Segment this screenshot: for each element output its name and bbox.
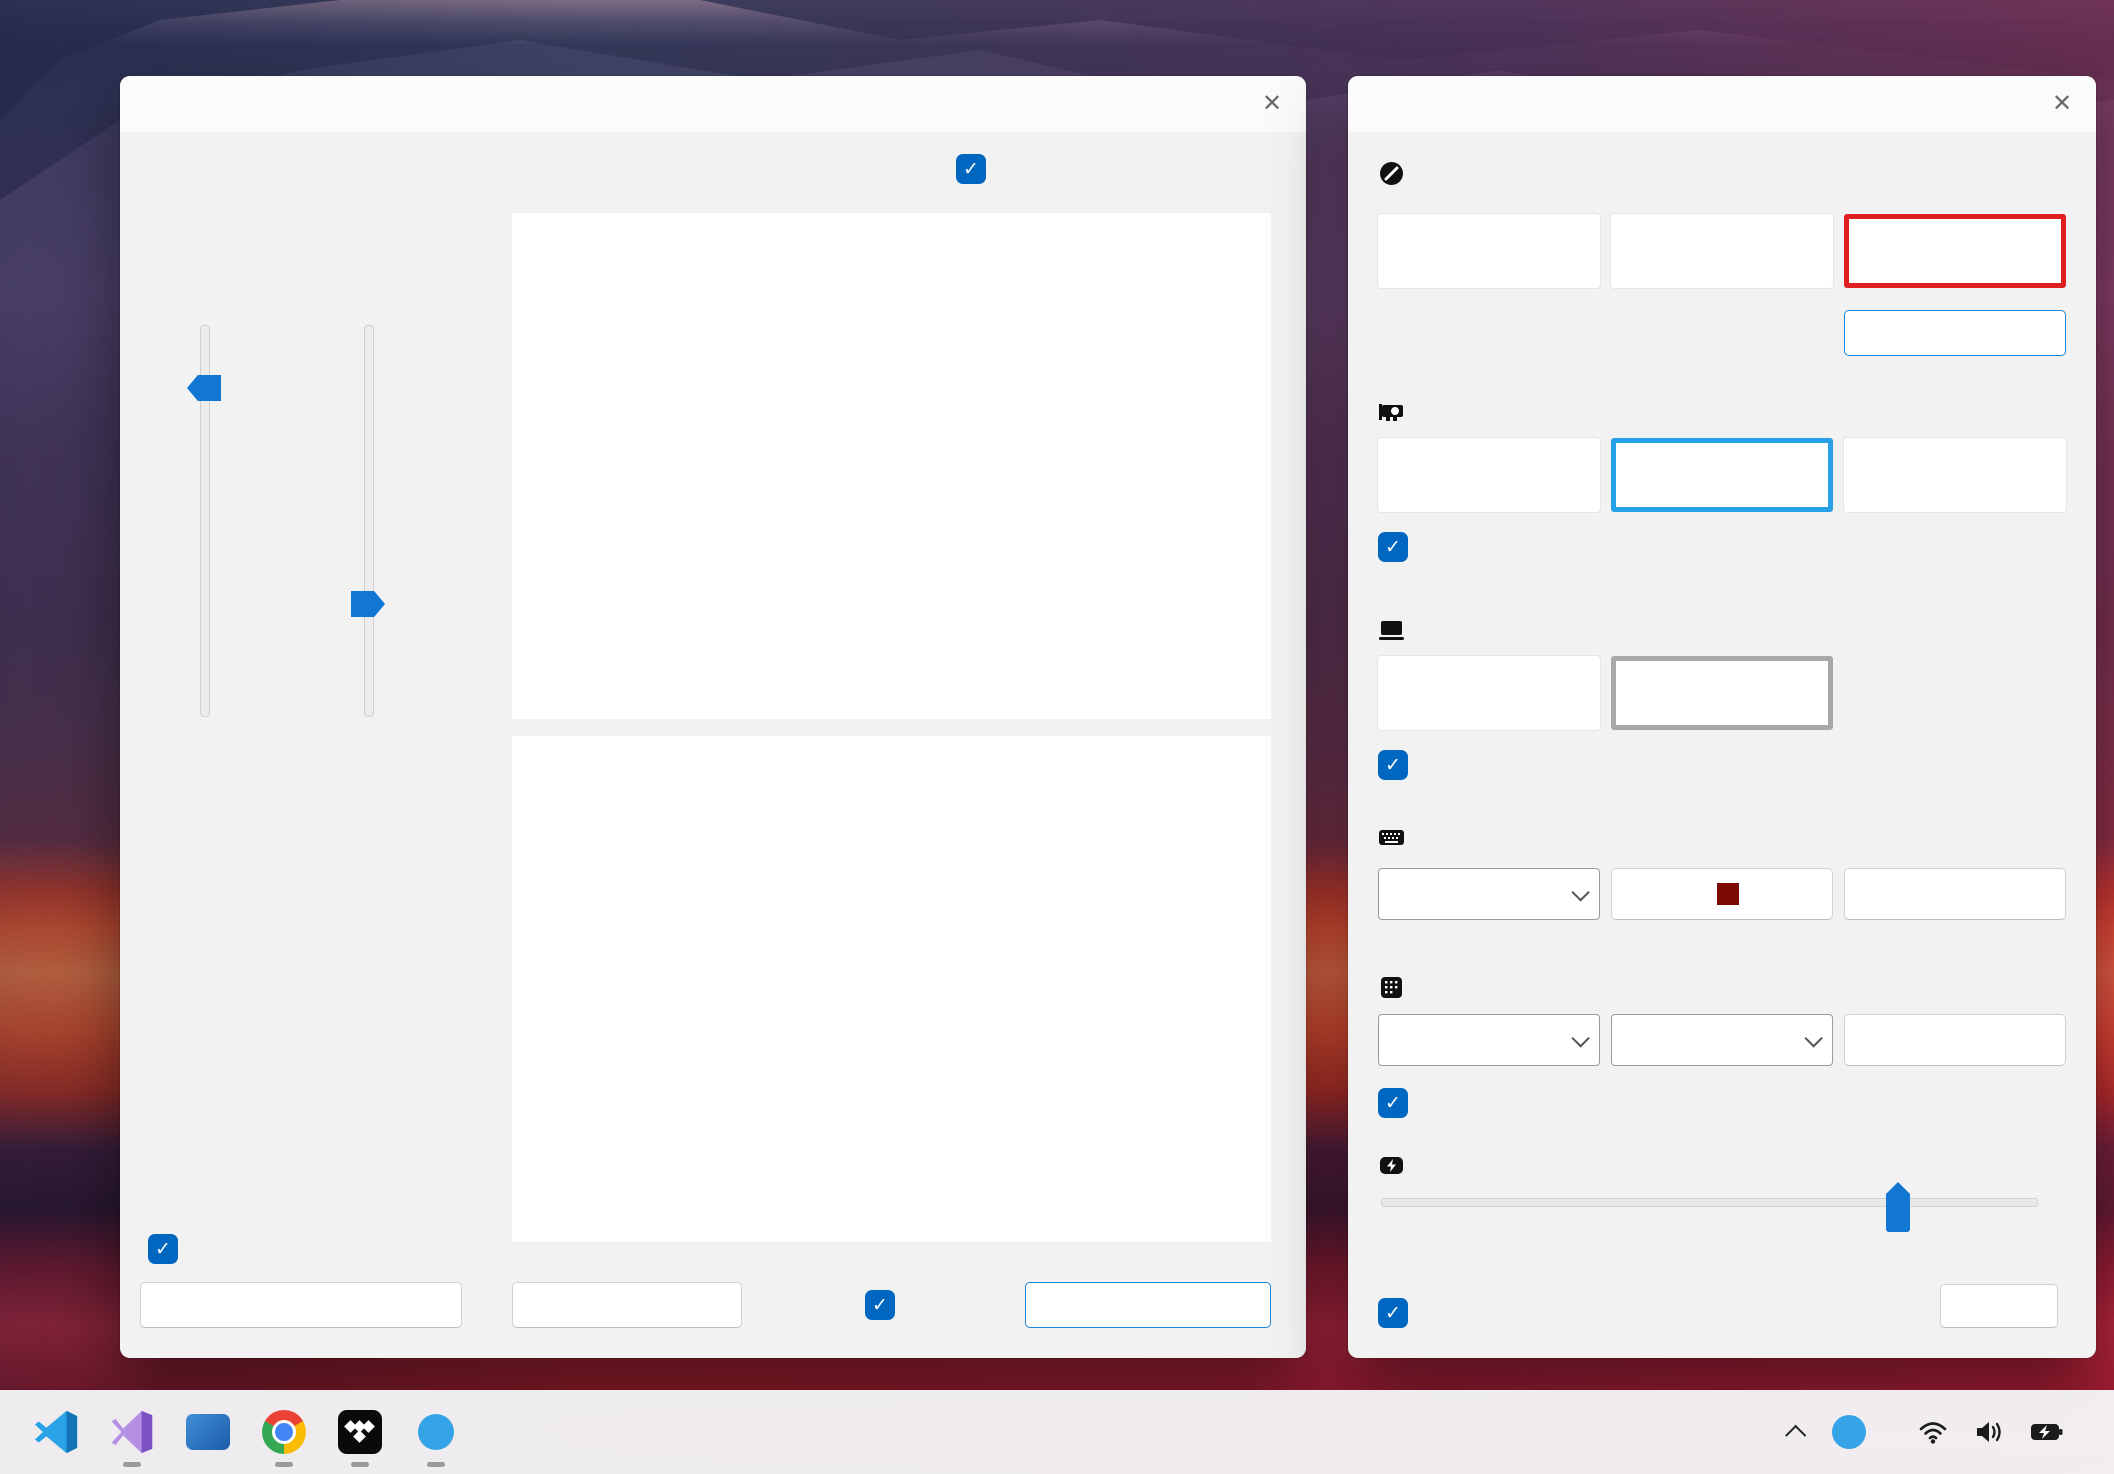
- eco-on-battery-row[interactable]: ✓: [1378, 532, 1420, 562]
- close-icon[interactable]: ✕: [2040, 82, 2084, 126]
- set-60hz-battery-row[interactable]: ✓: [1378, 750, 1420, 780]
- battery-charge-icon: [1378, 1152, 1405, 1179]
- gpu-eco-button[interactable]: [1378, 438, 1600, 512]
- cpu-slider-thumb[interactable]: [351, 591, 385, 617]
- gpu-fan-chart[interactable]: [512, 736, 1271, 1242]
- screen-144hz-button[interactable]: [1611, 656, 1833, 730]
- g-helper-badge-letter: [418, 1414, 454, 1450]
- chrome-icon[interactable]: [261, 1409, 307, 1455]
- auto-apply-power-row[interactable]: ✓: [148, 1234, 190, 1264]
- battery-header-row: [1378, 1152, 2066, 1179]
- screen-header-row: [1378, 616, 2066, 643]
- keyboard-header-row: [1378, 824, 2066, 851]
- tidal-icon[interactable]: [337, 1409, 383, 1455]
- wifi-icon[interactable]: [1918, 1419, 1948, 1445]
- running-indicator: [123, 1462, 141, 1467]
- keyboard-color-button[interactable]: [1611, 868, 1833, 920]
- volume-icon[interactable]: [1974, 1419, 2004, 1445]
- mode-turbo-button[interactable]: [1844, 214, 2066, 288]
- checkbox-checked-icon[interactable]: ✓: [148, 1234, 178, 1264]
- checkbox-checked-icon[interactable]: ✓: [1378, 1088, 1408, 1118]
- chevron-down-icon: [1571, 883, 1589, 901]
- fans-power-window: ✕ ✓ ✓ ✓: [120, 76, 1306, 1358]
- checkbox-checked-icon[interactable]: ✓: [956, 154, 986, 184]
- fans-power-titlebar: [120, 76, 1306, 132]
- fans-and-power-button[interactable]: [1844, 310, 2066, 356]
- close-icon[interactable]: ✕: [1250, 82, 1294, 126]
- g-helper-taskbar-icon[interactable]: [413, 1409, 459, 1455]
- keyboard-extra-button[interactable]: [1844, 868, 2066, 920]
- matrix-header-row: [1378, 974, 2066, 1001]
- running-indicator: [427, 1462, 445, 1467]
- cpu-fan-chart[interactable]: [512, 213, 1271, 719]
- powershell-glyph: [186, 1414, 230, 1450]
- chevron-down-icon: [1571, 1029, 1589, 1047]
- gauge-icon: [1378, 160, 1405, 187]
- taskbar-app-icons: [33, 1409, 459, 1455]
- performance-header-row: [1378, 160, 2066, 187]
- g-helper-tray-icon[interactable]: [1832, 1415, 1866, 1449]
- mode-balanced-button[interactable]: [1611, 214, 1833, 288]
- cpu-slider-ticks: [386, 325, 393, 715]
- system-tray: [1791, 1415, 2090, 1449]
- anime-matrix-icon: [1378, 974, 1405, 1001]
- picture-gif-button[interactable]: [1844, 1014, 2066, 1066]
- cpu-slider-track[interactable]: [364, 325, 374, 717]
- checkbox-checked-icon[interactable]: ✓: [865, 1290, 895, 1320]
- screen-60hz-button[interactable]: [1378, 656, 1600, 730]
- matrix-brightness-dropdown[interactable]: [1378, 1014, 1600, 1066]
- total-slider-ticks: [176, 325, 183, 715]
- battery-charging-icon[interactable]: [2030, 1419, 2064, 1445]
- checkbox-checked-icon[interactable]: ✓: [1378, 1298, 1408, 1328]
- running-indicator: [275, 1462, 293, 1467]
- keyboard-icon: [1378, 824, 1405, 851]
- apply-power-limits-button[interactable]: [140, 1282, 462, 1328]
- factory-defaults-button[interactable]: [512, 1282, 742, 1328]
- auto-apply-fans-row[interactable]: ✓: [865, 1290, 907, 1320]
- powershell-icon[interactable]: [185, 1409, 231, 1455]
- matrix-battery-row[interactable]: ✓: [1378, 1088, 1420, 1118]
- taskbar: [0, 1390, 2114, 1474]
- checkbox-checked-icon[interactable]: ✓: [1378, 750, 1408, 780]
- visual-studio-icon[interactable]: [109, 1409, 155, 1455]
- total-slider-thumb[interactable]: [187, 375, 221, 401]
- gpu-card-icon: [1378, 398, 1405, 425]
- chevron-down-icon: [1804, 1029, 1822, 1047]
- gpu-header-row: [1378, 398, 2066, 425]
- battery-slider-thumb[interactable]: [1886, 1182, 1910, 1232]
- keyboard-mode-dropdown[interactable]: [1378, 868, 1600, 920]
- running-indicator: [351, 1462, 369, 1467]
- turbo-boost-row[interactable]: ✓: [956, 154, 998, 184]
- apply-fan-curve-button[interactable]: [1025, 1282, 1271, 1328]
- g-helper-window: ✕ ✓: [1348, 76, 2096, 1358]
- battery-slider-track[interactable]: [1381, 1198, 2038, 1207]
- screen-icon: [1378, 616, 1405, 643]
- gpu-standard-button[interactable]: [1611, 438, 1833, 512]
- g-helper-titlebar: [1348, 76, 2096, 132]
- gpu-ultimate-button[interactable]: [1844, 438, 2066, 512]
- quit-button[interactable]: [1940, 1284, 2058, 1328]
- run-on-startup-row[interactable]: ✓: [1378, 1298, 1420, 1328]
- battery-slider-ticks: [1381, 1176, 2036, 1186]
- color-swatch: [1717, 883, 1739, 905]
- vscode-icon[interactable]: [33, 1409, 79, 1455]
- checkbox-checked-icon[interactable]: ✓: [1378, 532, 1408, 562]
- mode-silent-button[interactable]: [1378, 214, 1600, 288]
- tray-chevron-up-icon[interactable]: [1785, 1424, 1806, 1445]
- matrix-content-dropdown[interactable]: [1611, 1014, 1833, 1066]
